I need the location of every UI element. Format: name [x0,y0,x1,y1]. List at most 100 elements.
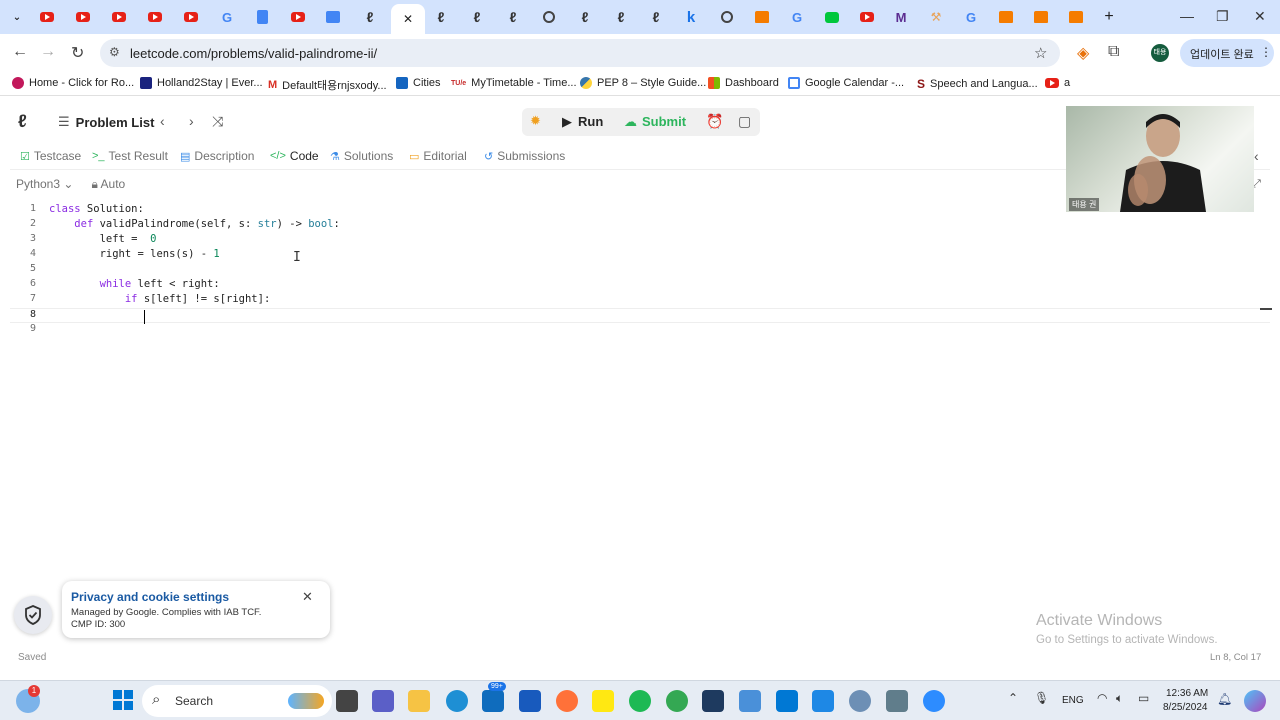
tab-youtube-3[interactable] [104,6,134,28]
notification-bell-icon[interactable]: 🔔︎ [1217,692,1232,706]
tab-leetcode-2[interactable]: ℓ [426,6,456,28]
tab-youtube-6[interactable] [283,6,313,28]
snipping-tool-icon[interactable] [812,690,834,712]
tab-youtube-4[interactable] [140,6,170,28]
photos-icon[interactable] [849,690,871,712]
tab-chatgpt-1[interactable] [534,6,564,28]
submit-button[interactable]: ☁ Submit [624,114,686,130]
word-icon[interactable] [519,690,541,712]
problem-list-button[interactable]: ☰ Problem List [58,114,154,130]
volume-icon[interactable]: 🔈︎ [1116,691,1123,706]
tab-leetcode-3[interactable]: ℓ [462,6,492,28]
next-problem-icon[interactable]: › [189,113,194,129]
more-menu-icon[interactable]: ⋮ [1260,45,1272,59]
timer-icon[interactable]: ⏰ [706,113,723,130]
kakaotalk-icon[interactable] [592,690,614,712]
windows-start-icon[interactable] [113,690,133,710]
bookmark-item[interactable]: Cities [396,77,441,89]
bookmark-item[interactable]: Home - Click for Ro... [12,77,134,89]
language-select[interactable]: Python3 ⌄ [16,177,73,193]
url-text[interactable]: leetcode.com/problems/valid-palindrome-i… [130,46,377,61]
bookmark-item[interactable]: Dashboard [708,77,779,89]
tab-google-2[interactable]: G [782,6,812,28]
tab-green[interactable] [817,6,847,28]
tab-code[interactable]: </> Code [270,149,319,163]
bookmark-item[interactable]: Holland2Stay | Ever... [140,77,263,89]
microphone-icon[interactable]: 🎙︎ [1034,691,1049,705]
tab-chatgpt-2[interactable] [712,6,742,28]
extension-icon[interactable]: ◈ [1077,43,1089,63]
site-settings-icon[interactable]: ⚙ [109,45,120,59]
notes-icon[interactable]: ▢ [738,113,751,130]
tab-purple[interactable]: M [886,6,916,28]
tab-youtube-1[interactable] [32,6,62,28]
app-icon[interactable] [739,690,761,712]
shuffle-icon[interactable]: ⤨ [212,113,223,130]
chevron-up-icon[interactable]: ⌃ [1008,691,1018,705]
tab-home-1[interactable] [747,6,777,28]
tab-leetcode-active[interactable]: ✕ [391,4,425,34]
tab-docs[interactable] [247,6,277,28]
tab-google-3[interactable]: G [956,6,986,28]
tab-leetcode-4[interactable]: ℓ [498,6,528,28]
scrollbar-marker[interactable] [1260,308,1272,310]
clock-time[interactable]: 12:36 AM [1166,688,1208,699]
bookmark-item[interactable]: TU/e MyTimetable - Time... [451,77,577,89]
spotify-icon[interactable] [629,690,651,712]
battery-icon[interactable]: ▭ [1138,691,1149,705]
code-editor[interactable]: 1 class Solution: 2 def validPalindrome(s… [10,203,1270,343]
webex-icon[interactable] [702,690,724,712]
teams-icon[interactable] [372,690,394,712]
chrome-icon[interactable] [666,690,688,712]
collapse-panel-icon[interactable]: ‹ [1254,148,1259,164]
tab-tools[interactable]: ⚒ [921,6,951,28]
restore-button[interactable]: ❐ [1216,8,1229,25]
tab-google-1[interactable]: G [212,6,242,28]
task-view-icon[interactable] [336,690,358,712]
update-button[interactable]: 업데이트 완료 ⋮ [1180,39,1274,67]
firefox-icon[interactable] [556,690,578,712]
close-tab-icon[interactable]: ✕ [403,12,413,26]
clock-date[interactable]: 8/25/2024 [1163,702,1208,713]
tab-leetcode-6[interactable]: ℓ [606,6,636,28]
bookmark-item[interactable]: a [1045,77,1070,89]
input-language[interactable]: ENG [1062,695,1084,706]
tab-search-dropdown[interactable]: ⌄ [2,6,32,28]
back-icon[interactable]: ← [12,43,28,61]
calculator-icon[interactable] [886,690,908,712]
reload-icon[interactable]: ↻ [71,43,84,63]
tab-testcase[interactable]: ☑ Testcase [20,149,81,163]
leetcode-logo-icon[interactable]: ℓ [18,111,27,132]
autosave-toggle[interactable]: 🔒︎ Auto [91,177,125,193]
zoom-icon[interactable] [923,690,945,712]
new-tab-button[interactable]: + [1094,6,1124,28]
tab-youtube-7[interactable] [852,6,882,28]
privacy-title[interactable]: Privacy and cookie settings [71,590,229,604]
tab-k[interactable]: k [676,6,706,28]
tab-youtube-5[interactable] [176,6,206,28]
tab-submissions[interactable]: ↺ Submissions [484,149,565,163]
vscode-icon[interactable] [776,690,798,712]
privacy-shield-button[interactable] [14,596,52,634]
tab-leetcode-5[interactable]: ℓ [570,6,600,28]
bookmark-item[interactable]: M Default태용rnjsxody... [268,77,387,93]
copilot-icon[interactable] [1244,690,1266,712]
tab-home-3[interactable] [1026,6,1056,28]
file-explorer-icon[interactable] [408,690,430,712]
extensions-puzzle-icon[interactable]: ⧉ [1108,43,1119,61]
tab-translate[interactable] [318,6,348,28]
wifi-icon[interactable]: ◠ [1097,691,1107,705]
profile-avatar[interactable]: 태용 [1151,44,1169,62]
tab-solutions[interactable]: ⚗ Solutions [330,149,393,163]
taskbar-search[interactable]: ⌕ Search [142,685,332,717]
tab-editorial[interactable]: ▭ Editorial [409,149,467,163]
mail-icon[interactable]: 99+ [482,682,506,712]
bookmark-star-icon[interactable]: ☆ [1034,44,1047,62]
debug-bug-icon[interactable]: ✹ [530,113,541,129]
close-window-button[interactable]: ✕ [1254,8,1266,25]
forward-icon[interactable]: → [40,43,56,61]
edge-icon[interactable] [446,690,468,712]
tab-test-result[interactable]: >_ Test Result [92,149,168,163]
tab-leetcode-7[interactable]: ℓ [641,6,671,28]
run-button[interactable]: ▶ Run [562,114,603,130]
